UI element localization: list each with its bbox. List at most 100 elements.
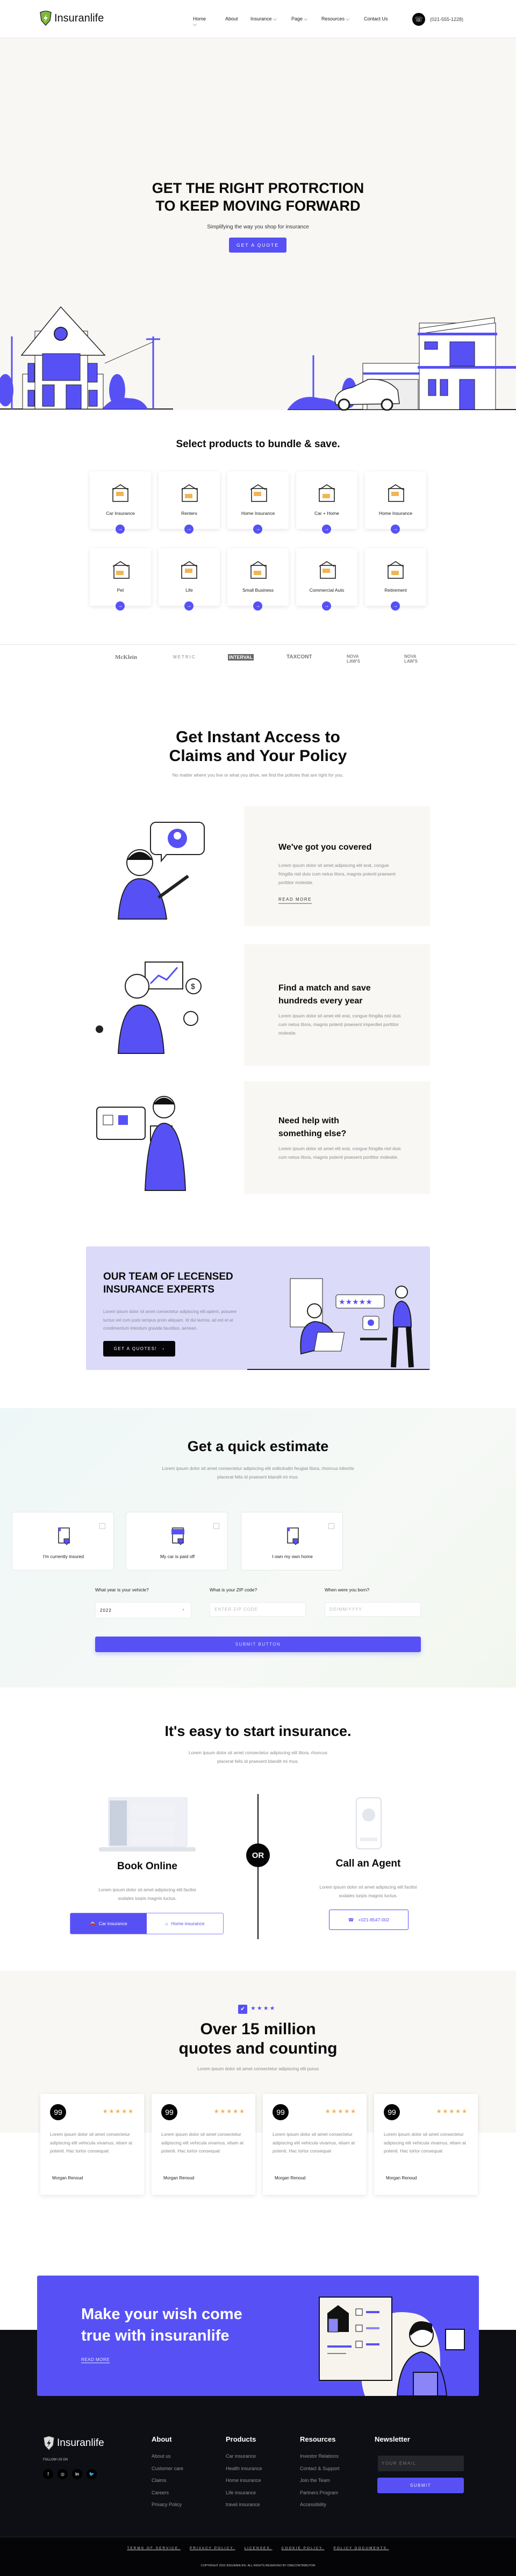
footer-link[interactable]: Partners Program xyxy=(300,2490,338,2495)
nav-resources[interactable]: Resources ⌵ xyxy=(321,16,349,22)
product-card[interactable]: Small Business → xyxy=(227,548,289,611)
legal-link[interactable]: POLICY DOCUMENTS. xyxy=(333,2546,389,2550)
call-agent-button[interactable]: ☎ +021-8547-002 xyxy=(329,1910,408,1930)
feature-title: We've got you covered xyxy=(278,843,372,852)
product-card[interactable]: Home Insurance → xyxy=(227,471,289,534)
nav-contact[interactable]: Contact Us xyxy=(364,16,388,21)
arrow-right-icon[interactable]: → xyxy=(184,525,194,534)
life-shield-icon xyxy=(178,560,200,584)
product-card[interactable]: Home Insurance → xyxy=(365,471,426,534)
nav-about[interactable]: About xyxy=(225,16,238,21)
legal-link[interactable]: LICENSES. xyxy=(245,2546,273,2550)
product-card[interactable]: Commercial Auto → xyxy=(296,548,357,611)
team-banner: OUR TEAM OF LECENSED INSURANCE EXPERTS Lo… xyxy=(86,1246,430,1370)
savings-illustration: $ xyxy=(96,961,202,1054)
legal-link[interactable]: COOKIE POLICY. xyxy=(282,2546,325,2550)
submit-button[interactable]: SUBMIT BUTTON xyxy=(95,1637,421,1652)
get-quote-button[interactable]: GET A QUOTE xyxy=(229,238,286,253)
product-card[interactable]: Renters → xyxy=(159,471,220,534)
nav-insurance[interactable]: Insurance ⌵ xyxy=(250,16,277,22)
product-label: Home Insurance xyxy=(241,511,275,516)
testimonial-author: Morgan Renoud xyxy=(163,2176,195,2180)
zip-code-input[interactable]: ENTER ZIP CODE xyxy=(210,1602,306,1617)
testimonial-author: Morgan Renoud xyxy=(275,2176,306,2180)
estimate-option-card[interactable]: I own my own home xyxy=(241,1512,343,1570)
birth-date-input[interactable]: DD/MM/YYYY xyxy=(325,1602,421,1617)
product-card[interactable]: Car + Home → xyxy=(296,471,357,534)
product-label: Pet xyxy=(117,587,124,593)
footer-link[interactable]: Privacy Policy xyxy=(152,2502,182,2507)
option-checkbox[interactable] xyxy=(328,1523,334,1529)
arrow-right-icon[interactable]: → xyxy=(253,525,262,534)
footer-link[interactable]: Join the Team xyxy=(300,2478,330,2483)
bank-shield-icon xyxy=(287,1527,299,1545)
tab-car-insurance[interactable]: 🚘 Car insurance xyxy=(70,1913,147,1934)
footer-link[interactable]: Health insurance xyxy=(226,2466,262,2471)
estimate-option-card[interactable]: My car is paid off xyxy=(126,1512,228,1570)
newsletter-title: Newsletter xyxy=(375,2435,410,2443)
product-card[interactable]: Car Insurance → xyxy=(90,471,151,534)
truck-icon xyxy=(316,560,338,584)
shield-logo-icon xyxy=(44,2436,54,2450)
arrow-right-icon[interactable]: → xyxy=(116,525,125,534)
product-label: Life xyxy=(185,587,193,593)
arrow-right-icon[interactable]: → xyxy=(184,601,194,611)
legal-link[interactable]: TERMS OF SERVICE. xyxy=(127,2546,181,2550)
phone-icon[interactable]: ☏ xyxy=(412,13,425,26)
hero: GET THE RIGHT PROTRCTION TO KEEP MOVING F… xyxy=(0,38,516,411)
product-card[interactable]: Life → xyxy=(159,548,220,611)
nav-home[interactable]: Home ⌵ xyxy=(193,16,206,27)
product-card[interactable]: Pet → xyxy=(90,548,151,611)
cta-banner: Make your wish come true with insuranlife… xyxy=(37,2276,479,2396)
footer-link[interactable]: About us xyxy=(152,2453,171,2459)
arrow-right-icon[interactable]: → xyxy=(253,601,262,611)
telephone-icon: ☎ xyxy=(348,1917,354,1922)
arrow-right-icon[interactable]: → xyxy=(391,525,400,534)
car-icon: 🚘 xyxy=(90,1920,96,1926)
footer-link[interactable]: Customer care xyxy=(152,2466,183,2471)
footer-link[interactable]: Careers xyxy=(152,2490,169,2495)
right-house-car-illustration xyxy=(288,317,516,411)
footer-link[interactable]: Investor Relations xyxy=(300,2453,339,2459)
footer-logo[interactable]: Insuranlife xyxy=(43,2436,104,2450)
footer-link[interactable]: Life insurance xyxy=(226,2490,256,2495)
legal-link[interactable]: PRIVACY POLICY. xyxy=(190,2546,235,2550)
option-checkbox[interactable] xyxy=(99,1523,105,1529)
newsletter-email-input[interactable] xyxy=(378,2456,464,2471)
read-more-link[interactable]: READ MORE xyxy=(278,897,312,904)
testimonial-text: Lorem ipsum dolor sit amet consectetur a… xyxy=(50,2132,133,2154)
footer-link[interactable]: Home insurance xyxy=(226,2478,261,2483)
newsletter-submit-button[interactable]: SUBMIT xyxy=(377,2478,464,2493)
tab-home-insurance[interactable]: ⌂ Home insurance xyxy=(147,1913,223,1934)
instagram-icon[interactable]: ◎ xyxy=(58,2469,68,2479)
shield-logo-icon xyxy=(40,11,52,26)
product-card[interactable]: Retirement → xyxy=(365,548,426,611)
get-quotes-button[interactable]: GET A QUOTES! › xyxy=(103,1341,175,1357)
facebook-icon[interactable]: f xyxy=(43,2469,53,2479)
option-label: I own my own home xyxy=(272,1554,313,1559)
twitter-icon[interactable]: 🐦 xyxy=(87,2469,97,2479)
nav-page[interactable]: Page ⌵ xyxy=(291,16,307,22)
footer-link[interactable]: Car insurance xyxy=(226,2453,256,2459)
estimate-option-card[interactable]: I'm currently insured xyxy=(12,1512,114,1570)
arrow-right-icon[interactable]: → xyxy=(116,601,125,611)
dog-icon xyxy=(110,560,131,584)
linkedin-icon[interactable]: in xyxy=(72,2469,82,2479)
car-shield-icon xyxy=(171,1527,184,1545)
header-phone[interactable]: (021-555-1228) xyxy=(430,17,463,22)
estimate-title: Get a quick estimate xyxy=(187,1438,329,1454)
footer-brand-name: Insuranlife xyxy=(57,2437,104,2449)
cta-read-more-link[interactable]: READ MORE xyxy=(81,2357,110,2363)
logo[interactable]: Insuranlife xyxy=(39,11,104,26)
feature-card-savings: Find a match and save hundreds every yea… xyxy=(244,944,430,1066)
option-checkbox[interactable] xyxy=(213,1523,219,1529)
footer-link[interactable]: Contact & Support xyxy=(300,2466,340,2471)
arrow-right-icon[interactable]: → xyxy=(322,525,331,534)
arrow-right-icon[interactable]: → xyxy=(391,601,400,611)
vehicle-year-select[interactable]: 2022 ▼ xyxy=(95,1602,191,1618)
footer-link[interactable]: Claims xyxy=(152,2478,167,2483)
rating-stars: ★★★★★ xyxy=(325,2108,357,2115)
footer-link[interactable]: Accessibility xyxy=(300,2502,326,2507)
footer-link[interactable]: travel insurance xyxy=(226,2502,260,2507)
arrow-right-icon[interactable]: → xyxy=(322,601,331,611)
